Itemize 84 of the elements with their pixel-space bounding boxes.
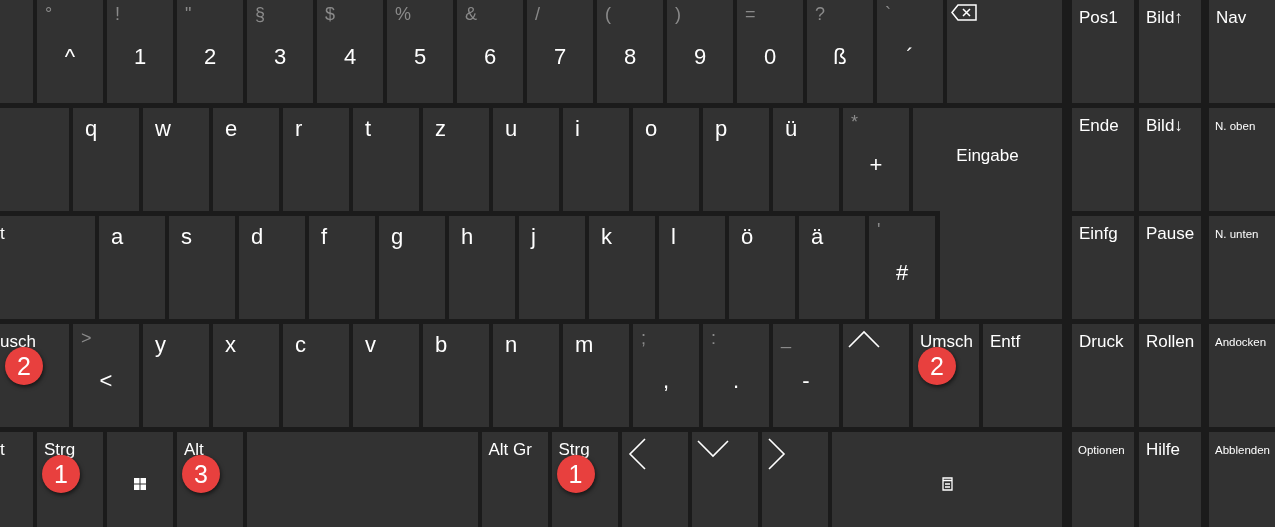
keyboard-key[interactable]: Abblenden: [1209, 432, 1275, 527]
keyboard-key[interactable]: N. oben: [1209, 108, 1275, 211]
keyboard-key[interactable]: Andocken: [1209, 324, 1275, 427]
keyboard-key[interactable]: n: [493, 324, 559, 427]
keyboard-key[interactable]: Druck: [1072, 324, 1134, 427]
keyboard-key[interactable]: $ 4: [317, 0, 383, 103]
keyboard-key[interactable]: t: [353, 108, 419, 211]
keyboard-key[interactable]: : .: [703, 324, 769, 427]
keyboard-key[interactable]: ! 1: [107, 0, 173, 103]
keyboard-key[interactable]: l: [659, 216, 725, 319]
keyboard-key[interactable]: " 2: [177, 0, 243, 103]
keyboard-key[interactable]: r: [283, 108, 349, 211]
keyboard-key[interactable]: a: [99, 216, 165, 319]
keyboard-key[interactable]: ; ,: [633, 324, 699, 427]
keyboard-key[interactable]: Ende: [1072, 108, 1134, 211]
keyboard-key[interactable]: d: [239, 216, 305, 319]
keyboard-key[interactable]: Alt 3: [177, 432, 243, 527]
number-badge: 2: [918, 347, 956, 385]
keyboard-key[interactable]: > <: [73, 324, 139, 427]
keyboard-key[interactable]: _ -: [773, 324, 839, 427]
keyboard-key[interactable]: u: [493, 108, 559, 211]
keyboard-key[interactable]: = 0: [737, 0, 803, 103]
keyboard-key[interactable]: g: [379, 216, 445, 319]
keyboard-key[interactable]: w: [143, 108, 209, 211]
keyboard-key[interactable]: ö: [729, 216, 795, 319]
keyboard-key[interactable]: s: [169, 216, 235, 319]
keyboard-key[interactable]: Pause: [1139, 216, 1201, 319]
keyboard-key[interactable]: b: [423, 324, 489, 427]
document-icon: [941, 477, 953, 491]
chevron-left-icon: [627, 438, 646, 470]
keyboard-key[interactable]: ` ´: [877, 0, 943, 103]
keyboard-key[interactable]: ? ß: [807, 0, 873, 103]
keyboard-key[interactable]: [107, 432, 173, 527]
keyboard-key[interactable]: h: [449, 216, 515, 319]
four-squares-icon: [134, 478, 146, 490]
keyboard-key[interactable]: Eingabe: [913, 108, 1062, 319]
keyboard-key[interactable]: § 3: [247, 0, 313, 103]
keyboard-key[interactable]: t: [0, 216, 95, 319]
keyboard-key[interactable]: m: [563, 324, 629, 427]
keyboard-key[interactable]: ) 9: [667, 0, 733, 103]
number-badge: 3: [182, 455, 220, 493]
keyboard-key[interactable]: ü: [773, 108, 839, 211]
keyboard-key[interactable]: Einfg: [1072, 216, 1134, 319]
keyboard-key[interactable]: x: [213, 324, 279, 427]
keyboard-key[interactable]: Entf: [983, 324, 1062, 427]
keyboard-key[interactable]: p: [703, 108, 769, 211]
keyboard-key[interactable]: Strg 1: [37, 432, 103, 527]
keyboard-key[interactable]: Pos1: [1072, 0, 1134, 103]
keyboard-key[interactable]: c: [283, 324, 349, 427]
keyboard-key[interactable]: i: [563, 108, 629, 211]
backspace-icon: [951, 4, 977, 21]
keyboard-key[interactable]: q: [73, 108, 139, 211]
keyboard-key[interactable]: Umsch 2: [913, 324, 979, 427]
keyboard-key[interactable]: Alt Gr: [481, 432, 548, 527]
chevron-down-icon: [696, 440, 729, 458]
keyboard-key[interactable]: f: [309, 216, 375, 319]
keyboard-key[interactable]: z: [423, 108, 489, 211]
keyboard-key[interactable]: ä: [799, 216, 865, 319]
keyboard-key[interactable]: j: [519, 216, 585, 319]
keyboard-key[interactable]: Rollen: [1139, 324, 1201, 427]
keyboard-key[interactable]: ( 8: [597, 0, 663, 103]
keyboard-key[interactable]: N. unten: [1209, 216, 1275, 319]
keyboard-key[interactable]: Bild↓: [1139, 108, 1201, 211]
keyboard-key[interactable]: y: [143, 324, 209, 427]
keyboard-key[interactable]: / 7: [527, 0, 593, 103]
keyboard-key[interactable]: Strg 1: [551, 432, 618, 527]
keyboard-key[interactable]: t: [0, 432, 33, 527]
number-badge: 2: [5, 347, 43, 385]
keyboard-key[interactable]: & 6: [457, 0, 523, 103]
keyboard-key[interactable]: usch 2: [0, 324, 69, 427]
keyboard-key[interactable]: * +: [843, 108, 909, 211]
keyboard-key[interactable]: e: [213, 108, 279, 211]
keyboard-key[interactable]: Nav: [1209, 0, 1275, 103]
keyboard-key[interactable]: o: [633, 108, 699, 211]
keyboard-key[interactable]: v: [353, 324, 419, 427]
chevron-up-icon: [848, 330, 880, 348]
keyboard-key[interactable]: k: [589, 216, 655, 319]
keyboard-key[interactable]: ° ^: [37, 0, 103, 103]
keyboard-key[interactable]: Bild↑: [1139, 0, 1201, 103]
keyboard-key[interactable]: ' #: [869, 216, 935, 319]
chevron-right-icon: [767, 438, 786, 470]
keyboard-key[interactable]: % 5: [387, 0, 453, 103]
keyboard-key[interactable]: Optionen: [1072, 432, 1134, 527]
keyboard-key[interactable]: Hilfe: [1139, 432, 1201, 527]
